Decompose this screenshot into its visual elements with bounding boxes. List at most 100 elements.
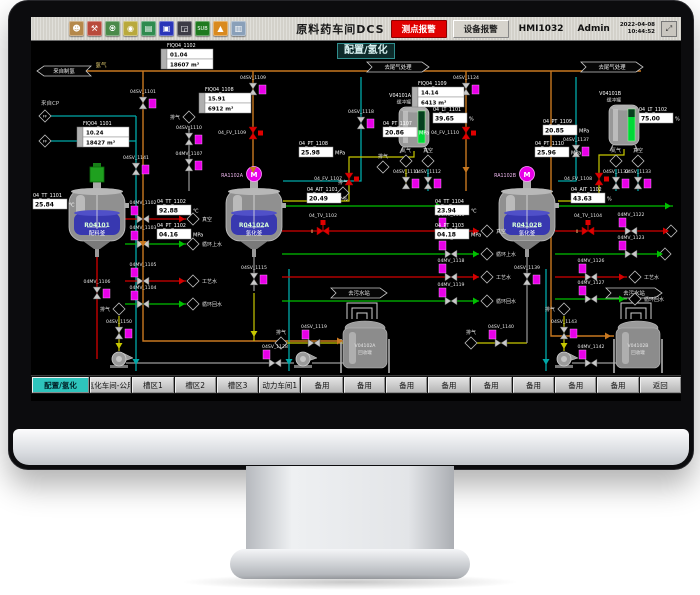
svg-text:氢气: 氢气	[95, 61, 107, 69]
instrument-04_AIT_1102[interactable]: 04_AIT_110243.63%	[571, 187, 612, 203]
svg-text:18607 m³: 18607 m³	[170, 62, 200, 69]
pump-1[interactable]	[294, 352, 317, 368]
control-valve-04_FV_1107[interactable]: 04_FV_1107	[314, 173, 359, 185]
valve-04SV_1141[interactable]: 04SV_1141	[123, 155, 149, 175]
monitor-icon[interactable]: ▣	[159, 21, 174, 36]
user-group-icon[interactable]: ☻	[69, 21, 84, 36]
svg-text:6912 m³: 6912 m³	[208, 106, 234, 113]
svg-text:℃: ℃	[471, 209, 477, 215]
tab-6[interactable]: 备用	[301, 377, 342, 393]
reactor-R04102A[interactable]: MRA1102AR04102A氢化釜	[221, 167, 286, 258]
svg-text:MPa: MPa	[193, 233, 203, 239]
instrument-04_PT_1102[interactable]: 04_PT_110204.16MPa	[157, 223, 203, 239]
valve-04SV_1118[interactable]: 04SV_1118	[348, 109, 374, 129]
instrument-04_TT_1101[interactable]: 04_TT_110125.84℃	[33, 193, 75, 209]
tab-2[interactable]: 槽区1	[132, 377, 173, 393]
svg-text:25.98: 25.98	[301, 150, 320, 157]
svg-text:18427 m³: 18427 m³	[86, 140, 116, 147]
svg-text:MPa: MPa	[335, 151, 345, 157]
svg-text:04MV_1118: 04MV_1118	[438, 258, 465, 264]
tab-10[interactable]: 备用	[471, 377, 512, 393]
tab-9[interactable]: 备用	[428, 377, 469, 393]
valve-04MV_1107[interactable]: 04MV_1107	[176, 151, 203, 171]
svg-text:MPa: MPa	[471, 233, 481, 239]
instrument-04_LT_1102[interactable]: 04_LT_110275.00%	[639, 107, 680, 123]
device-alarm-button[interactable]: 设备报警	[453, 20, 509, 38]
svg-text:04_AIT_1102: 04_AIT_1102	[571, 187, 602, 193]
monitor-chin	[13, 429, 689, 465]
pump-0[interactable]	[110, 352, 133, 368]
svg-text:循环回水: 循环回水	[644, 296, 664, 303]
svg-text:真空: 真空	[633, 147, 643, 154]
instrument-04_PT_1110[interactable]: 04_PT_111025.96MPa	[535, 141, 581, 157]
vessel-V04101B[interactable]: V04101B缓冲罐	[599, 91, 639, 151]
svg-text:10.24: 10.24	[86, 131, 104, 137]
valve-04SV_1110[interactable]: 04SV_1110	[176, 125, 202, 145]
tab-0[interactable]: 配置/氢化	[32, 377, 89, 393]
valve-04SV_1109[interactable]: 04SV_1109	[240, 75, 266, 95]
svg-text:R04102A: R04102A	[239, 222, 269, 229]
control-valve-04_TV_1102[interactable]: 04_TV_11020	[309, 213, 337, 235]
svg-text:去尾气处理: 去尾气处理	[599, 63, 627, 71]
tab-7[interactable]: 备用	[344, 377, 385, 393]
control-valve-04_FV_1110[interactable]: 04_FV_1110	[431, 127, 476, 139]
note-icon[interactable]: ▥	[231, 21, 246, 36]
tab-11[interactable]: 备用	[513, 377, 554, 393]
tab-1[interactable]: 氢化车间-公用	[90, 377, 131, 393]
instrument-FIQ04_1109[interactable]: FIQ04_110914.146413 m³	[412, 81, 464, 107]
svg-text:来自制氢: 来自制氢	[53, 67, 75, 75]
flow-arrow-24	[561, 343, 568, 349]
control-valve-04_TV_1104[interactable]: 04_TV_11040	[574, 213, 602, 235]
svg-text:氮气: 氮气	[611, 147, 621, 154]
utility-diamond-18: 排气	[100, 303, 125, 315]
recycle-icon[interactable]: ♼	[105, 21, 120, 36]
svg-text:真空: 真空	[202, 216, 212, 223]
svg-text:R04101: R04101	[84, 222, 110, 229]
svg-text:04_FV_1108: 04_FV_1108	[564, 176, 592, 182]
alarm-bell-icon[interactable]: ▲	[213, 21, 228, 36]
pump-2[interactable]	[555, 352, 578, 368]
tab-14[interactable]: 返回	[640, 377, 681, 393]
tab-3[interactable]: 槽区2	[175, 377, 216, 393]
reactor-R04102B[interactable]: MRA1102BR04102B氢化釜	[494, 167, 559, 258]
tab-4[interactable]: 槽区3	[217, 377, 258, 393]
valve-04SV_1139[interactable]: 04SV_1139	[514, 265, 540, 285]
instrument-04_TT_1102[interactable]: 04_TT_110292.88℃	[157, 199, 199, 215]
monitor-shadow	[180, 574, 520, 590]
date-label: 2022-04-08	[620, 22, 655, 28]
tank-V04102A[interactable]: V04102A回收罐	[341, 321, 389, 373]
flow-arrow-17	[605, 333, 611, 340]
tab-12[interactable]: 备用	[555, 377, 596, 393]
valve-04SV_1101[interactable]: 04SV_1101	[130, 89, 156, 109]
sub-icon[interactable]: SUB	[195, 21, 210, 36]
valve-04SV_1115[interactable]: 04SV_1115	[241, 265, 267, 285]
flow-arrow-23	[116, 343, 123, 349]
window-resize-icon[interactable]: ⤢	[661, 21, 677, 37]
instrument-FIQ04_1108[interactable]: FIQ04_110815.916912 m³	[199, 87, 251, 113]
window-icon[interactable]: ◲	[177, 21, 192, 36]
valve-04SV_1150[interactable]: 04SV_1150	[106, 319, 132, 339]
reactor-R04101[interactable]: R04101配料釜	[69, 163, 129, 257]
tab-13[interactable]: 备用	[597, 377, 638, 393]
instrument-FIQ04_1101[interactable]: FIQ04_110110.2418427 m³	[77, 121, 129, 147]
instrument-04_TT_1104[interactable]: 04_TT_110423.94℃	[435, 199, 477, 215]
globe-icon[interactable]: ◉	[123, 21, 138, 36]
svg-text:0: 0	[576, 229, 579, 234]
tools-icon[interactable]: ⚒	[87, 21, 102, 36]
instrument-04_PT_1109[interactable]: 04_PT_110920.85MPa	[543, 119, 589, 135]
valve-04MV_1106[interactable]: 04MV_1106	[84, 279, 111, 299]
control-valve-04_FV_1109[interactable]: 04_FV_1109	[218, 127, 263, 139]
tank-V04102B[interactable]: V04102B回收罐	[614, 321, 662, 373]
pid-svg: 来自制氢去尾气处理去尾气处理去污水站去污水站V04102A回收罐V04102B回…	[31, 41, 681, 375]
point-alarm-button[interactable]: 测点报警	[391, 20, 447, 38]
svg-text:循环回水: 循环回水	[202, 301, 222, 308]
flow-arrow-15	[463, 167, 470, 173]
cards-icon[interactable]: ▤	[141, 21, 156, 36]
tab-5[interactable]: 动力车间1	[259, 377, 300, 393]
svg-text:20.85: 20.85	[545, 128, 564, 135]
instrument-04_LT_1101[interactable]: 04_LT_110139.65%	[433, 107, 474, 123]
svg-text:04SV_1141: 04SV_1141	[123, 155, 149, 161]
instrument-FIQ04_1102[interactable]: FIQ04_110201.0418607 m³	[161, 43, 213, 69]
instrument-04_PT_1108[interactable]: 04_PT_110825.98MPa	[299, 141, 345, 157]
tab-8[interactable]: 备用	[386, 377, 427, 393]
